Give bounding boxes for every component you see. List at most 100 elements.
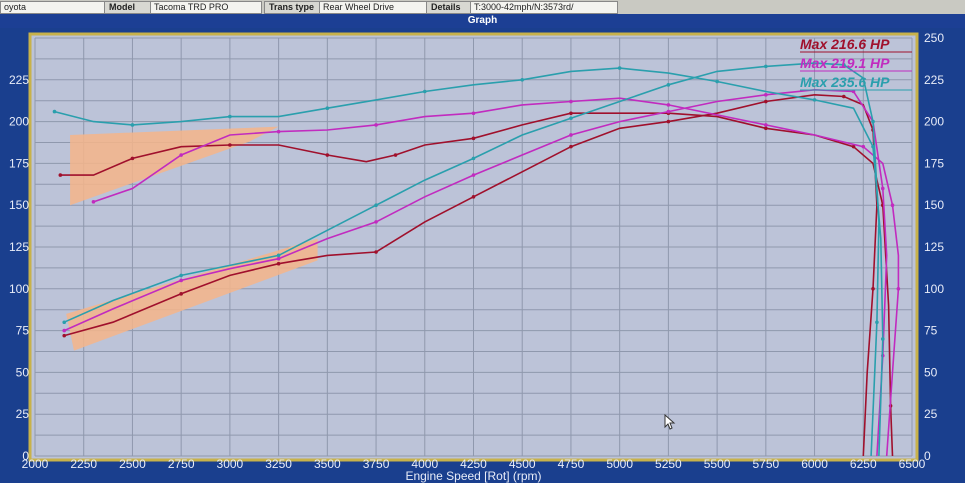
data-point [890, 203, 895, 207]
x-tick-label: 3000 [217, 457, 244, 471]
data-point [130, 156, 135, 161]
data-point [715, 79, 719, 84]
x-tick-label: 3250 [265, 457, 292, 471]
data-point [666, 83, 671, 87]
data-point [228, 114, 232, 119]
x-tick-label: 3500 [314, 457, 341, 471]
data-point [276, 253, 281, 258]
data-point [52, 109, 57, 114]
data-point [179, 273, 183, 278]
data-point [764, 126, 768, 131]
x-axis-label: Engine Speed [Rot] (rpm) [405, 469, 541, 483]
dyno-chart: 2000 2250 2500 2750 3000 3250 3500 3750 4000 4250… [9, 31, 944, 483]
x-tick-label: 6250 [850, 457, 877, 471]
x-tick-label: 5000 [606, 457, 633, 471]
y-right-tick-label: 150 [924, 198, 944, 212]
y-left-tick-label: 150 [9, 198, 29, 212]
data-point [179, 292, 183, 296]
data-point [764, 64, 768, 69]
data-point [374, 220, 378, 224]
y-right-tick-label: 175 [924, 156, 944, 170]
data-point [393, 153, 398, 157]
trans-type-field[interactable]: Rear Wheel Drive [319, 1, 427, 14]
data-point [62, 320, 67, 325]
details-field[interactable]: T:3000-42mph/N:3573rd/ [470, 1, 618, 14]
data-point [374, 123, 378, 127]
data-point [841, 94, 846, 99]
data-point [569, 99, 573, 104]
data-point [276, 256, 281, 261]
y-right-tick-label: 200 [924, 115, 944, 129]
data-point [471, 173, 476, 177]
data-point [374, 203, 378, 207]
y-left-tick-label: 100 [9, 282, 29, 296]
x-tick-label: 2250 [70, 457, 97, 471]
model-label: Model [104, 1, 151, 14]
y-right-tick-label: 100 [924, 282, 944, 296]
y-left-tick-label: 50 [16, 365, 30, 379]
data-point [58, 173, 63, 177]
x-tick-label: 2750 [168, 457, 195, 471]
data-point [325, 106, 330, 111]
y-left-tick-label: 225 [9, 73, 29, 87]
data-point [276, 129, 281, 134]
data-point [422, 89, 427, 94]
graph-title: Graph [0, 14, 965, 28]
x-tick-label: 6500 [899, 457, 926, 471]
data-point [471, 156, 476, 161]
data-point [325, 153, 330, 157]
data-point [569, 116, 573, 121]
data-point [62, 328, 67, 333]
y-left-tick-label: 75 [16, 324, 30, 338]
data-point [62, 333, 67, 338]
y-right-tick-label: 50 [924, 365, 938, 379]
y-left-tick-label: 125 [9, 240, 29, 254]
y-right-tick-label: 25 [924, 407, 938, 421]
data-point [764, 123, 768, 127]
grid [34, 37, 913, 457]
data-point [861, 144, 866, 149]
info-bar: oyota Model Tacoma TRD PRO Trans type Re… [0, 0, 965, 14]
y-right-tick-label: 125 [924, 240, 944, 254]
x-tick-label: 5750 [752, 457, 779, 471]
data-point [666, 103, 671, 107]
y-left-tick-label: 25 [16, 407, 30, 421]
data-point [617, 66, 622, 70]
data-point [471, 136, 476, 141]
data-point [228, 143, 232, 147]
data-point [471, 111, 476, 116]
data-point [374, 250, 378, 254]
legend-entry: Max 216.6 HP [800, 36, 890, 52]
data-point [880, 186, 885, 191]
y-left-tick-label: 0 [22, 449, 29, 463]
y-left-tick-label: 200 [9, 115, 29, 129]
details-label: Details [426, 1, 472, 14]
make-field[interactable]: oyota [0, 1, 108, 14]
model-field[interactable]: Tacoma TRD PRO [150, 1, 262, 14]
y-right-tick-label: 0 [924, 449, 931, 463]
x-tick-label: 4750 [558, 457, 585, 471]
trans-type-label: Trans type [264, 1, 320, 14]
data-point [871, 119, 875, 124]
data-point [764, 99, 768, 104]
data-point [520, 78, 525, 82]
data-point [91, 200, 96, 204]
data-point [179, 278, 183, 283]
data-point [764, 93, 768, 97]
y-right-tick-label: 225 [924, 73, 944, 87]
data-point [569, 144, 573, 149]
data-point [471, 195, 476, 199]
data-point [812, 98, 817, 102]
x-tick-label: 5250 [655, 457, 682, 471]
x-tick-label: 3750 [363, 457, 390, 471]
mouse-cursor-icon [664, 414, 676, 430]
legend-entry: Max 235.6 HP [800, 74, 890, 90]
data-point [130, 123, 135, 127]
x-tick-label: 2500 [119, 457, 146, 471]
y-right-tick-label: 75 [924, 324, 938, 338]
data-point [569, 133, 573, 137]
y-left-tick-label: 175 [9, 156, 29, 170]
x-tick-label: 6000 [801, 457, 828, 471]
data-point [666, 109, 671, 114]
x-tick-label: 5500 [704, 457, 731, 471]
